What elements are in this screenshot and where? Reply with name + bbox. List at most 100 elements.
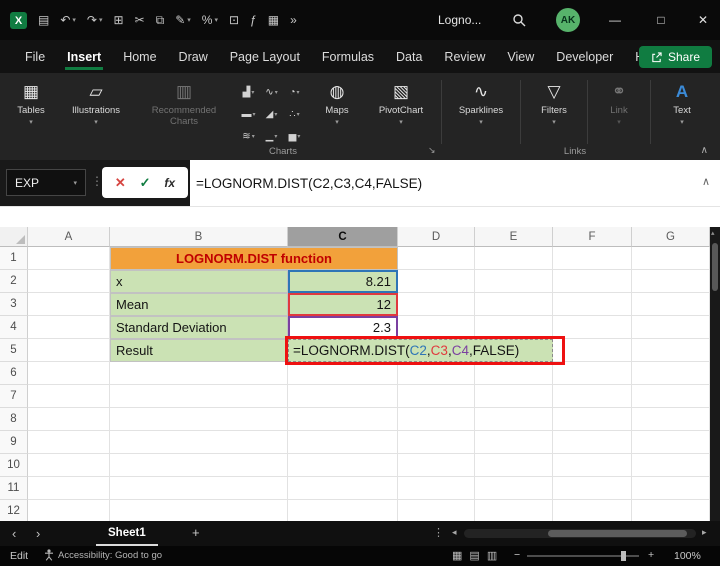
add-sheet-button[interactable]: + [192,525,200,540]
grid-cell[interactable] [632,477,710,500]
row-header-10[interactable]: 10 [0,454,28,477]
cell-B5[interactable]: Result [110,339,288,362]
search-icon[interactable] [512,13,526,32]
scroll-left-icon[interactable]: ◂ [452,527,457,538]
cell-C3[interactable]: 12 [288,293,398,316]
undo-caret-icon[interactable]: ▾ [72,16,76,24]
format-painter-icon[interactable]: ✎ ▾ [175,13,191,27]
grid-cell[interactable] [28,500,110,521]
ribbon-tables-button[interactable]: ▦ Tables ▾ [8,76,54,126]
grid-cell[interactable] [288,385,398,408]
column-chart-caret-icon[interactable]: ▾ [251,89,254,96]
grid-cell[interactable] [288,408,398,431]
column-header-A[interactable]: A [28,227,110,247]
grid-cell[interactable] [553,362,632,385]
combo-chart-icon[interactable]: ▁ ▾ [261,126,282,146]
cell-C4[interactable]: 2.3 [288,316,398,339]
grid-cell[interactable] [475,247,553,270]
zoom-slider[interactable] [527,551,639,561]
grid-cell[interactable] [553,408,632,431]
insert-function-icon[interactable]: ƒ [250,13,257,27]
grid-cell[interactable] [398,270,475,293]
grid-cell[interactable] [475,477,553,500]
excel-app-icon[interactable]: X [10,12,27,29]
grid-cell[interactable] [553,293,632,316]
menu-tab-page-layout[interactable]: Page Layout [219,40,311,73]
undo-icon[interactable]: ↶ ▾ [60,13,76,27]
ribbon-symbols-button[interactable]: ΩS [713,76,720,116]
grid-cell[interactable] [475,385,553,408]
row-header-7[interactable]: 7 [0,385,28,408]
grid-cell[interactable] [110,500,288,521]
grid-cell[interactable] [288,431,398,454]
grid-cell[interactable] [28,385,110,408]
cell-C2[interactable]: 8.21 [288,270,398,293]
line-chart-caret-icon[interactable]: ▾ [275,89,278,96]
funnel-chart-icon[interactable]: ▅ ▾ [284,126,305,146]
grid-cell[interactable] [398,454,475,477]
sheet-menu-dots-icon[interactable]: ⋮ [433,526,444,539]
menu-tab-insert[interactable]: Insert [56,40,112,73]
grid-cell[interactable] [28,431,110,454]
menu-tab-view[interactable]: View [496,40,545,73]
zoom-out-button[interactable]: − [514,549,520,561]
menu-tab-review[interactable]: Review [433,40,496,73]
column-header-C[interactable]: C [288,227,398,247]
row-header-3[interactable]: 3 [0,293,28,316]
grid-cell[interactable] [110,454,288,477]
name-box-caret-icon[interactable]: ▾ [73,179,77,187]
row-header-6[interactable]: 6 [0,362,28,385]
zoom-in-button[interactable]: + [648,549,654,561]
redo-caret-icon[interactable]: ▾ [99,16,103,24]
ribbon-filters-button[interactable]: ▽ Filters ▾ [529,76,579,126]
grid-cell[interactable] [475,431,553,454]
row-header-5[interactable]: 5 [0,339,28,362]
vertical-scrollbar[interactable]: ▴ [710,227,720,521]
normal-view-icon[interactable]: ▦ [452,549,462,562]
next-sheet-icon[interactable]: › [36,526,40,541]
menu-tab-file[interactable]: File [14,40,56,73]
pie-chart-icon[interactable]: ◔ ▾ [284,82,305,102]
funnel-chart-caret-icon[interactable]: ▾ [297,133,300,140]
menu-tab-home[interactable]: Home [112,40,167,73]
horizontal-scrollbar[interactable] [464,529,696,538]
grid-cell[interactable] [398,500,475,521]
row-header-4[interactable]: 4 [0,316,28,339]
grid-cell[interactable] [28,316,110,339]
column-header-E[interactable]: E [475,227,553,247]
grid-cell[interactable] [110,431,288,454]
insert-function-icon[interactable]: fx [164,176,175,190]
grid-cell[interactable] [28,247,110,270]
grid-cell[interactable] [553,477,632,500]
formula-bar-expand-icon[interactable]: ∧ [702,175,710,188]
grid-cell[interactable] [28,408,110,431]
column-header-B[interactable]: B [110,227,288,247]
column-header-D[interactable]: D [398,227,475,247]
grid-cell[interactable] [110,362,288,385]
column-chart-icon[interactable]: ▟ ▾ [238,82,259,102]
area-chart-caret-icon[interactable]: ▾ [274,111,277,118]
menu-tab-data[interactable]: Data [385,40,433,73]
grid-cell[interactable] [632,385,710,408]
collapse-ribbon-icon[interactable]: ∧ [701,145,708,156]
grid-cell[interactable] [475,408,553,431]
grid-cell[interactable] [475,316,553,339]
enter-icon[interactable]: ✓ [140,175,151,191]
grid-cell[interactable] [475,270,553,293]
grid-cell[interactable] [632,247,710,270]
cell-B1-title[interactable]: LOGNORM.DIST function [110,247,398,270]
scatter-chart-icon[interactable]: ∴ ▾ [284,104,305,124]
grid-cell[interactable] [553,316,632,339]
ribbon-sparklines-button[interactable]: ∿ Sparklines ▾ [450,76,512,126]
grid-cell[interactable] [475,293,553,316]
scroll-right-icon[interactable]: ▸ [702,527,707,538]
grid-cell[interactable] [28,270,110,293]
grid-cell[interactable] [553,500,632,521]
ribbon-link-button[interactable]: ⚭ Link ▾ [596,76,642,126]
more-commands-icon[interactable]: » [290,13,297,27]
sheet-tab-sheet1[interactable]: Sheet1 [96,521,158,546]
minimize-button[interactable]: — [596,0,634,40]
ribbon-recommended-charts-button[interactable]: ▥ Recommended Charts [138,76,230,127]
cell-B3[interactable]: Mean [110,293,288,316]
row-header-1[interactable]: 1 [0,247,28,270]
